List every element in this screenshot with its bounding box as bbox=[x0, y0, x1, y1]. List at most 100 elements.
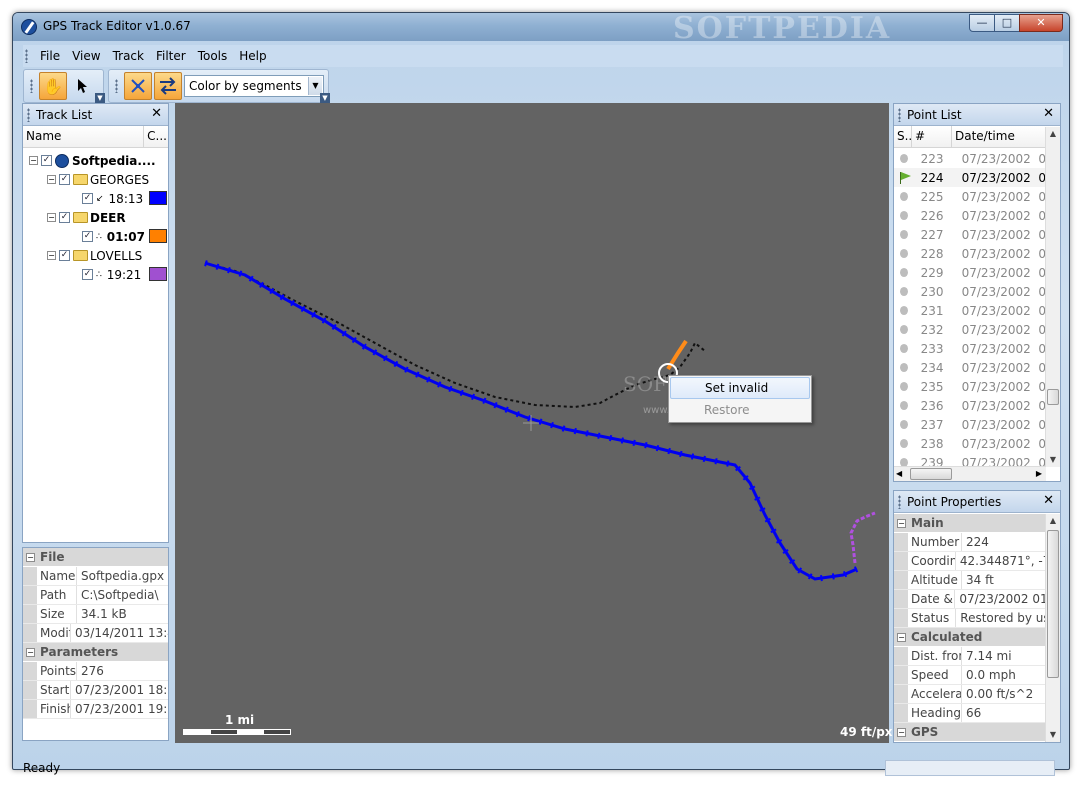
scroll-up-icon[interactable]: ▲ bbox=[1046, 127, 1060, 141]
scroll-left-icon[interactable]: ◀ bbox=[896, 467, 902, 481]
close-button[interactable]: ✕ bbox=[1019, 14, 1063, 32]
checkbox[interactable]: ✓ bbox=[59, 174, 70, 185]
prop-row[interactable]: Modif 03/14/2011 13:45: bbox=[23, 624, 168, 643]
grip-icon[interactable] bbox=[898, 494, 901, 509]
point-list-row[interactable]: 234 07/23/2002 0 bbox=[894, 358, 1046, 377]
tree-root[interactable]: − ✓ Softpedia.... bbox=[23, 151, 168, 170]
file-section-header[interactable]: − File bbox=[23, 548, 168, 567]
point-list-row[interactable]: 224 07/23/2002 0 bbox=[894, 168, 1046, 187]
point-list-row[interactable]: 232 07/23/2002 0 bbox=[894, 320, 1046, 339]
collapse-icon[interactable]: − bbox=[47, 175, 56, 184]
collapse-icon[interactable]: − bbox=[29, 156, 38, 165]
prop-row[interactable]: Date & tim07/23/2002 01:0 bbox=[894, 590, 1046, 609]
prop-row[interactable]: Coordinat42.344871°, -70 bbox=[894, 552, 1046, 571]
prop-row[interactable]: Altitude 34 ft bbox=[894, 571, 1046, 590]
scroll-down-icon[interactable]: ▼ bbox=[1046, 728, 1060, 742]
checkbox[interactable]: ✓ bbox=[82, 269, 93, 280]
prop-row[interactable]: Heading 66 bbox=[894, 704, 1046, 723]
close-icon[interactable]: ✕ bbox=[151, 106, 162, 121]
toolbar-overflow-button[interactable]: ▼ bbox=[320, 93, 330, 103]
prop-row[interactable]: Path C:\Softpedia\ bbox=[23, 586, 168, 605]
point-list-row[interactable]: 238 07/23/2002 0 bbox=[894, 434, 1046, 453]
menu-tools[interactable]: Tools bbox=[192, 49, 234, 63]
point-list-row[interactable]: 223 07/23/2002 0 bbox=[894, 149, 1046, 168]
app-icon[interactable] bbox=[21, 19, 37, 35]
column-color[interactable]: C... bbox=[144, 126, 168, 147]
point-list-row[interactable]: 230 07/23/2002 0 bbox=[894, 282, 1046, 301]
prop-row[interactable]: Dist. from 7.14 mi bbox=[894, 647, 1046, 666]
scroll-up-icon[interactable]: ▲ bbox=[1046, 514, 1060, 528]
tree-group[interactable]: − ✓ GEORGES bbox=[23, 170, 168, 189]
column-number[interactable]: # bbox=[912, 126, 952, 147]
scroll-thumb[interactable] bbox=[1047, 530, 1059, 678]
point-list-row[interactable]: 228 07/23/2002 0 bbox=[894, 244, 1046, 263]
prop-row[interactable]: Finish 07/23/2001 19:28: bbox=[23, 700, 168, 719]
collapse-icon[interactable]: − bbox=[47, 213, 56, 222]
column-status[interactable]: S... bbox=[894, 126, 912, 147]
scroll-down-icon[interactable]: ▼ bbox=[1046, 453, 1060, 467]
prop-row[interactable]: StatusRestored by use bbox=[894, 609, 1046, 628]
menu-track[interactable]: Track bbox=[107, 49, 150, 63]
gps-section-header[interactable]: − GPS bbox=[894, 723, 1046, 742]
checkbox[interactable]: ✓ bbox=[59, 212, 70, 223]
title-bar[interactable]: SOFTPEDIA GPS Track Editor v1.0.67 — □ ✕ bbox=[13, 13, 1069, 41]
point-list-scrollbar[interactable]: ▲ ▼ bbox=[1045, 127, 1060, 467]
point-properties-scrollbar[interactable]: ▲ ▼ bbox=[1045, 514, 1060, 742]
column-name[interactable]: Name bbox=[23, 126, 145, 147]
main-section-header[interactable]: − Main bbox=[894, 514, 1046, 533]
checkbox[interactable]: ✓ bbox=[41, 155, 52, 166]
prop-row[interactable]: Points 276 bbox=[23, 662, 168, 681]
close-icon[interactable]: ✕ bbox=[1043, 493, 1054, 508]
menu-file[interactable]: File bbox=[34, 49, 66, 63]
hscroll-thumb[interactable] bbox=[910, 468, 952, 480]
track-color-swatch[interactable] bbox=[149, 191, 167, 205]
point-list-hscrollbar[interactable]: ◀ ▶ bbox=[894, 466, 1046, 481]
scroll-thumb[interactable] bbox=[1047, 389, 1059, 405]
tree-group[interactable]: − ✓ DEER bbox=[23, 208, 168, 227]
menu-view[interactable]: View bbox=[66, 49, 106, 63]
parameters-section-header[interactable]: − Parameters bbox=[23, 643, 168, 662]
grip-icon[interactable] bbox=[30, 79, 33, 93]
column-datetime[interactable]: Date/time bbox=[952, 126, 1046, 147]
track-color-swatch[interactable] bbox=[149, 229, 167, 243]
prop-row[interactable]: Size 34.1 kB bbox=[23, 605, 168, 624]
select-tool-button[interactable] bbox=[69, 72, 97, 100]
collapse-icon[interactable]: − bbox=[897, 632, 906, 642]
collapse-icon[interactable]: − bbox=[47, 251, 56, 260]
calculated-section-header[interactable]: − Calculated bbox=[894, 628, 1046, 647]
checkbox[interactable]: ✓ bbox=[59, 250, 70, 261]
checkbox[interactable]: ✓ bbox=[82, 193, 93, 204]
prop-row[interactable]: Speed 0.0 mph bbox=[894, 666, 1046, 685]
color-mode-select[interactable]: Color by segments ▼ bbox=[184, 75, 324, 97]
prop-row[interactable]: Name Softpedia.gpx bbox=[23, 567, 168, 586]
collapse-icon[interactable]: − bbox=[897, 727, 906, 737]
map-canvas[interactable]: SOFTPEDIA www.softpedia.com Set invalid … bbox=[175, 103, 889, 743]
maximize-button[interactable]: □ bbox=[994, 14, 1020, 32]
collapse-icon[interactable]: − bbox=[26, 552, 35, 562]
collapse-icon[interactable]: − bbox=[26, 647, 35, 657]
show-points-button[interactable] bbox=[124, 72, 152, 100]
grip-icon[interactable] bbox=[27, 107, 30, 122]
point-list-row[interactable]: 225 07/23/2002 0 bbox=[894, 187, 1046, 206]
grip-icon[interactable] bbox=[25, 49, 28, 63]
close-icon[interactable]: ✕ bbox=[1043, 106, 1054, 121]
prop-row[interactable]: Number 224 bbox=[894, 533, 1046, 552]
hand-tool-button[interactable]: ✋ bbox=[39, 72, 67, 100]
tree-group[interactable]: − ✓ LOVELLS bbox=[23, 246, 168, 265]
menu-filter[interactable]: Filter bbox=[150, 49, 192, 63]
point-list-row[interactable]: 233 07/23/2002 0 bbox=[894, 339, 1046, 358]
tree-track[interactable]: ✓ ∴ 01:07 bbox=[23, 227, 168, 246]
point-list-row[interactable]: 236 07/23/2002 0 bbox=[894, 396, 1046, 415]
grip-icon[interactable] bbox=[898, 107, 901, 122]
point-list-row[interactable]: 235 07/23/2002 0 bbox=[894, 377, 1046, 396]
tree-track[interactable]: ✓ ↙ 18:13 bbox=[23, 189, 168, 208]
collapse-icon[interactable]: − bbox=[897, 518, 906, 528]
swap-direction-button[interactable] bbox=[154, 72, 182, 100]
set-invalid-menu-item[interactable]: Set invalid bbox=[670, 377, 810, 399]
point-list-row[interactable]: 226 07/23/2002 0 bbox=[894, 206, 1046, 225]
point-list-row[interactable]: 239 07/23/2002 0 bbox=[894, 453, 1046, 467]
scroll-right-icon[interactable]: ▶ bbox=[1036, 467, 1042, 481]
checkbox[interactable]: ✓ bbox=[82, 231, 93, 242]
grip-icon[interactable] bbox=[115, 79, 118, 93]
restore-menu-item[interactable]: Restore bbox=[670, 400, 810, 422]
